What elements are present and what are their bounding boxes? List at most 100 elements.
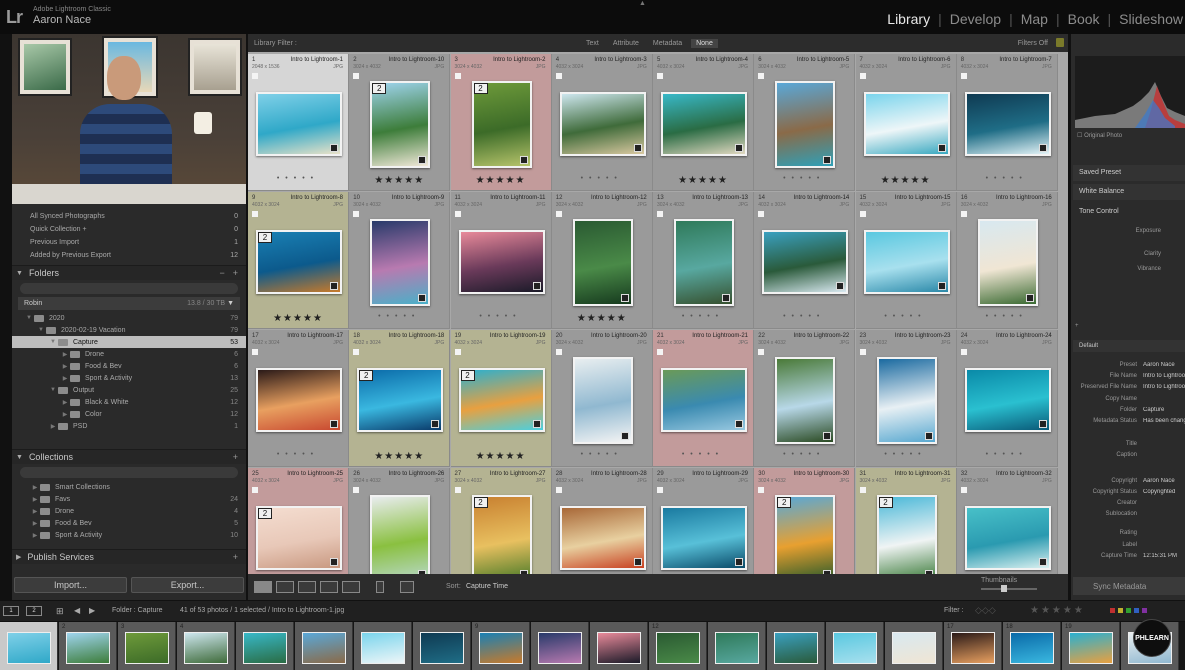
expanded-triangle-icon[interactable]: ▼ <box>24 315 34 321</box>
grid-cell[interactable]: 27Intro to Lightroom-273024 x 4032JPG2••… <box>450 468 552 574</box>
collapsed-triangle-icon[interactable]: ▶ <box>60 399 70 406</box>
filmstrip-thumbnail[interactable] <box>295 622 353 670</box>
filmstrip-thumbnail[interactable] <box>590 622 648 670</box>
flag-icon[interactable] <box>353 487 360 493</box>
metadata-value[interactable]: Intro to Lightroom-1.jpg <box>1143 373 1185 379</box>
photo-thumbnail[interactable] <box>661 92 747 156</box>
flag-icon[interactable] <box>657 73 663 79</box>
flag-icon[interactable] <box>353 349 360 355</box>
catalog-item[interactable]: Quick Collection + 0 <box>12 223 246 236</box>
filmstrip-thumbnail[interactable]: 12 <box>649 622 707 670</box>
filmstrip-thumbnail[interactable] <box>236 622 294 670</box>
flag-icon[interactable] <box>454 349 461 355</box>
filmstrip-thumbnail[interactable]: 18 <box>1003 622 1061 670</box>
grid-cell[interactable]: 14 Intro to Lightroom-14 4032 x 3024 JPG •••… <box>754 192 856 329</box>
grid-cell[interactable]: 18 Intro to Lightroom-18 4032 x 3024 JPG 2 ★★… <box>349 330 451 467</box>
grid-cell[interactable]: 10 Intro to Lightroom-9 3024 x 4032 JPG ••••… <box>349 192 451 329</box>
photo-thumbnail[interactable] <box>977 219 1038 306</box>
filmstrip-thumbnail[interactable]: 9 <box>472 622 530 670</box>
flag-icon[interactable] <box>353 211 360 217</box>
grid-cell[interactable]: 21 Intro to Lightroom-21 4032 x 3024 JPG •••… <box>653 330 754 467</box>
second-window-icon[interactable]: 2 <box>26 606 42 616</box>
filmstrip-thumbnail[interactable] <box>826 622 884 670</box>
stack-count-badge[interactable]: 2 <box>460 370 475 381</box>
metadata-value[interactable]: Aaron Nace <box>1143 478 1185 484</box>
stack-count-badge[interactable]: 2 <box>258 232 272 243</box>
photo-thumbnail[interactable] <box>458 230 545 294</box>
module-develop[interactable]: Develop <box>948 11 1003 27</box>
back-arrow-icon[interactable]: ◀ <box>74 606 80 615</box>
white-balance-row[interactable]: White Balance <box>1073 184 1185 200</box>
module-map[interactable]: Map <box>1019 11 1050 27</box>
collapsed-triangle-icon[interactable]: ▶ <box>48 423 58 430</box>
filmstrip-thumbnail[interactable]: 2 <box>59 622 117 670</box>
folder-row[interactable]: ▶ Food & Bev 6 <box>12 360 246 372</box>
color-label-swatch[interactable] <box>1126 608 1131 613</box>
photo-thumbnail[interactable] <box>661 368 747 432</box>
metadata-preset-dropdown[interactable]: Default <box>1073 340 1185 352</box>
rating-filter-stars[interactable]: ★★★★★ <box>1030 605 1085 616</box>
grid-cell[interactable]: 2 Intro to Lightroom-10 3024 x 4032 JPG 2 ★★★… <box>349 54 451 191</box>
compare-view-icon[interactable] <box>298 581 316 593</box>
flag-filter-icons[interactable]: ◇◇◇ <box>975 605 996 616</box>
thumbnail-size-slider[interactable] <box>981 588 1037 590</box>
star-rating[interactable]: ★★★★★ <box>552 313 652 324</box>
star-rating[interactable]: ••••• <box>957 451 1057 458</box>
flag-icon[interactable] <box>555 487 562 493</box>
grid-cell[interactable]: 15 Intro to Lightroom-15 4032 x 3024 JPG •••… <box>855 192 957 329</box>
grid-cell[interactable]: 31Intro to Lightroom-313024 x 4032JPG2••… <box>855 468 957 574</box>
flag-icon[interactable] <box>252 487 258 493</box>
photo-thumbnail[interactable] <box>762 230 849 294</box>
survey-view-icon[interactable] <box>320 581 338 593</box>
collapsed-triangle-icon[interactable]: ▶ <box>30 508 40 515</box>
grid-cell[interactable]: 6 Intro to Lightroom-5 3024 x 4032 JPG ••••• <box>754 54 856 191</box>
star-rating[interactable]: ★★★★★ <box>349 175 449 186</box>
collection-row[interactable]: ▶ Favs 24 <box>12 493 246 505</box>
star-rating[interactable]: ••••• <box>248 175 348 182</box>
star-rating[interactable]: ★★★★★ <box>349 451 449 462</box>
color-label-swatch[interactable] <box>1118 608 1123 613</box>
grid-cell[interactable]: 28Intro to Lightroom-284032 x 3024JPG•••… <box>551 468 653 574</box>
collection-row[interactable]: ▶ Food & Bev 5 <box>12 517 246 529</box>
checkbox-icon[interactable]: ☐ <box>1077 133 1082 139</box>
grid-cell[interactable]: 11 Intro to Lightroom-11 4032 x 3024 JPG •••… <box>450 192 552 329</box>
plus-icon[interactable]: + <box>233 552 238 562</box>
flag-icon[interactable] <box>758 349 765 355</box>
flag-icon[interactable] <box>555 211 562 217</box>
collection-row[interactable]: ▶ Smart Collections <box>12 481 246 493</box>
grid-cell[interactable]: 16 Intro to Lightroom-16 3024 x 4032 JPG •••… <box>956 192 1058 329</box>
collapsed-triangle-icon[interactable]: ▶ <box>30 532 40 539</box>
filmstrip-thumbnail[interactable] <box>885 622 943 670</box>
thumbnail-size-knob[interactable] <box>1001 585 1007 592</box>
grid-icon[interactable]: ⊞ <box>56 606 64 617</box>
import-button[interactable]: Import... <box>14 577 127 593</box>
catalog-item[interactable]: Added by Previous Export 12 <box>12 249 246 262</box>
grid-cell[interactable]: 9 Intro to Lightroom-8 4032 x 3024 JPG 2 ★★★★… <box>248 192 349 329</box>
photo-thumbnail[interactable] <box>370 219 431 306</box>
grid-view-icon[interactable] <box>254 581 272 593</box>
flag-icon[interactable] <box>555 349 562 355</box>
filmstrip-thumbnail[interactable] <box>0 622 58 670</box>
star-rating[interactable]: ••••• <box>957 175 1057 182</box>
forward-arrow-icon[interactable]: ▶ <box>89 606 95 615</box>
dropdown-triangle-icon[interactable]: ▼ <box>227 300 234 307</box>
star-rating[interactable]: ••••• <box>349 313 449 320</box>
collapse-top-panel-icon[interactable]: ▲ <box>639 0 646 7</box>
photo-thumbnail[interactable] <box>559 92 646 156</box>
grid-cell[interactable]: 20 Intro to Lightroom-20 3024 x 4032 JPG •••… <box>551 330 653 467</box>
photo-thumbnail[interactable] <box>572 357 633 444</box>
grid-cell[interactable]: 26Intro to Lightroom-263024 x 4032JPG•••… <box>349 468 451 574</box>
star-rating[interactable]: ••••• <box>552 175 652 182</box>
filmstrip-thumbnail[interactable]: 3 <box>118 622 176 670</box>
grid-cell[interactable]: 13 Intro to Lightroom-13 3024 x 4032 JPG •••… <box>653 192 754 329</box>
flag-icon[interactable] <box>454 487 461 493</box>
catalog-item[interactable]: All Synced Photographs 0 <box>12 210 246 223</box>
photo-thumbnail[interactable] <box>572 219 633 306</box>
expanded-triangle-icon[interactable]: ▼ <box>48 339 58 345</box>
flag-icon[interactable] <box>252 349 258 355</box>
sort-dropdown[interactable]: Capture Time <box>466 583 508 590</box>
star-rating[interactable]: ★★★★★ <box>248 313 348 324</box>
flag-icon[interactable] <box>353 73 360 79</box>
photo-thumbnail[interactable] <box>370 495 431 574</box>
grid-cell[interactable]: 5 Intro to Lightroom-4 4032 x 3024 JPG ★★★★★ <box>653 54 754 191</box>
